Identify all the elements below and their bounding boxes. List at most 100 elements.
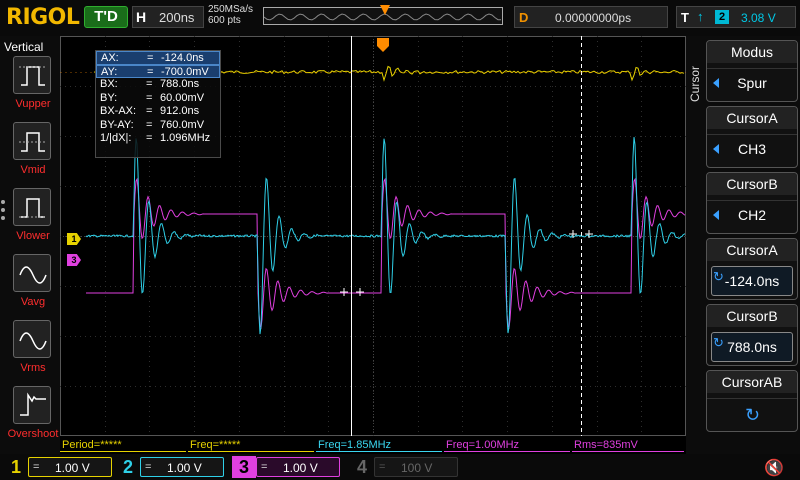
sample-info: 250MSa/s 600 pts [208,4,253,26]
readout-value: 1.096MHz [160,132,211,144]
measurement-result[interactable]: Freq=1.00MHz [444,438,570,452]
channel-status-strip: 🔇 1 = 1.00 V 2 = 1.00 V 3 = 1.00 V 4 = 100 V [0,454,800,480]
readout-equals: = [146,118,153,131]
readout-row: 1/|dX|: = 1.096MHz [96,132,220,146]
channel-1-status[interactable]: 1 = 1.00 V [4,456,116,478]
speaker-muted-icon[interactable]: 🔇 [764,458,788,477]
softkey-cursorab-5[interactable]: CursorAB ↻ [706,370,798,432]
trigger-level: 3.08 V [741,11,776,25]
readout-value: 760.0mV [160,118,205,131]
readout-equals: = [146,105,153,117]
sample-rate: 250MSa/s [208,4,254,15]
memory-depth: 600 pts [208,15,241,26]
softkey-cursorb-2[interactable]: CursorB CH2 [706,172,798,234]
trigger-position-icon [377,38,389,52]
softkey-cursora-1[interactable]: CursorA CH3 [706,106,798,168]
menu-item-vavg[interactable]: Vavg [5,254,57,314]
channel-4-status[interactable]: 4 = 100 V [350,456,462,478]
softkey-title: CursorAB [707,371,797,393]
channel-scale: 1.00 V [167,461,202,475]
softkey-title: CursorB [707,305,797,327]
channel-3-status[interactable]: 3 = 1.00 V [232,456,344,478]
timebase-display[interactable]: H 200ns [132,6,204,28]
trigger-source-badge: 2 [715,10,729,24]
timebase-value: 200ns [159,10,195,25]
menu-item-label: Vrms [20,362,46,374]
readout-key: BY: [100,91,118,104]
channel-scale: 1.00 V [283,461,318,475]
channel-scale-box: = 1.00 V [140,457,224,477]
delay-value: 0.00000000ps [555,11,632,25]
readout-value: 60.00mV [160,91,205,104]
softkey-cursora-3[interactable]: CursorA -124.0ns ↻ [706,238,798,300]
cursor-readout-box[interactable]: AX: = -124.0ns AY: = -700.0mV BX: = 788.0ns BY: = 6… [95,50,221,158]
arrow-left-icon [713,144,719,154]
coupling-icon: = [379,461,386,473]
trigger-status-badge: T'D [84,6,128,28]
menu-item-label: Overshoot [7,428,59,440]
channel-number: 2 [122,457,133,477]
coupling-icon: = [261,461,268,473]
menu-item-vrms[interactable]: Vrms [5,320,57,380]
menu-item-overshoot[interactable]: Overshoot [5,386,58,446]
measurement-results-bar: Period=***** Freq=***** Freq=1.85MHz Freq=1… [60,436,686,454]
readout-row: AX: = -124.0ns [96,51,220,65]
softkey-title: CursorA [707,107,797,129]
measurement-result[interactable]: Freq=1.85MHz [316,438,442,452]
menu-item-label: Vmid [20,164,46,176]
readout-equals: = [146,132,153,144]
rigol-logo: RIGOL [6,5,80,30]
coupling-icon: = [145,461,152,473]
readout-equals: = [146,78,153,90]
menu-vertical-label: Cursor [688,66,702,103]
rising-edge-icon: ↑ [697,9,704,24]
rotary-knob-icon: ↻ [745,405,761,425]
arrow-left-icon [713,210,719,220]
delay-display[interactable]: D 0.00000000ps [514,6,668,28]
menu-item-label: Vupper [15,98,51,110]
softkey-title: CursorB [707,173,797,195]
top-status-bar: RIGOL T'D H 200ns 250MSa/s 600 pts D 0.0… [0,0,800,36]
channel-number: 3 [232,456,256,478]
vavg-icon [13,254,51,292]
readout-key: AY: [101,65,118,78]
timebase-key: H [136,9,147,25]
rotary-knob-icon: ↻ [713,269,724,284]
channel-2-status[interactable]: 2 = 1.00 V [116,456,228,478]
readout-key: BX-AX: [100,105,137,117]
cursor-menu-panel: Cursor Modus Spur CursorA CH3 CursorB CH2 Curs… [686,36,800,454]
softkey-value: CH2 [707,200,797,230]
softkey-cursorb-4[interactable]: CursorB 788.0ns ↻ [706,304,798,366]
readout-row: BX: = 788.0ns [96,78,220,92]
panel-title: Vertical [4,40,44,54]
rotary-knob-icon: ↻ [713,335,724,350]
vlower-icon [13,188,51,226]
measurement-result[interactable]: Rms=835mV [572,438,684,452]
readout-value: -124.0ns [161,52,204,64]
readout-value: 788.0ns [160,78,200,90]
menu-item-vupper[interactable]: Vupper [5,56,57,116]
arrow-left-icon [713,78,719,88]
readout-equals: = [147,52,154,64]
softkey-modus-0[interactable]: Modus Spur [706,40,798,102]
menu-item-label: Vlower [16,230,50,242]
readout-key: BX: [100,78,118,90]
measurement-result[interactable]: Period=***** [60,438,186,452]
trigger-key: T [681,10,689,25]
vrms-icon [13,320,51,358]
readout-key: BY-AY: [100,118,134,131]
channel-scale: 1.00 V [55,461,90,475]
ch2-waveform [85,137,686,335]
menu-item-vmid[interactable]: Vmid [5,122,57,182]
readout-row: BY-AY: = 760.0mV [96,119,220,133]
delay-key: D [519,10,529,25]
measurement-result[interactable]: Freq=***** [188,438,314,452]
softkey-title: Modus [707,41,797,63]
coupling-icon: = [33,461,40,473]
trigger-display[interactable]: T ↑ 2 3.08 V [676,6,796,28]
readout-row: BX-AX: = 912.0ns [96,105,220,119]
softkey-value: Spur [707,68,797,98]
menu-item-vlower[interactable]: Vlower [5,188,57,248]
readout-value: 912.0ns [160,105,200,117]
overshoot-icon [13,386,51,424]
